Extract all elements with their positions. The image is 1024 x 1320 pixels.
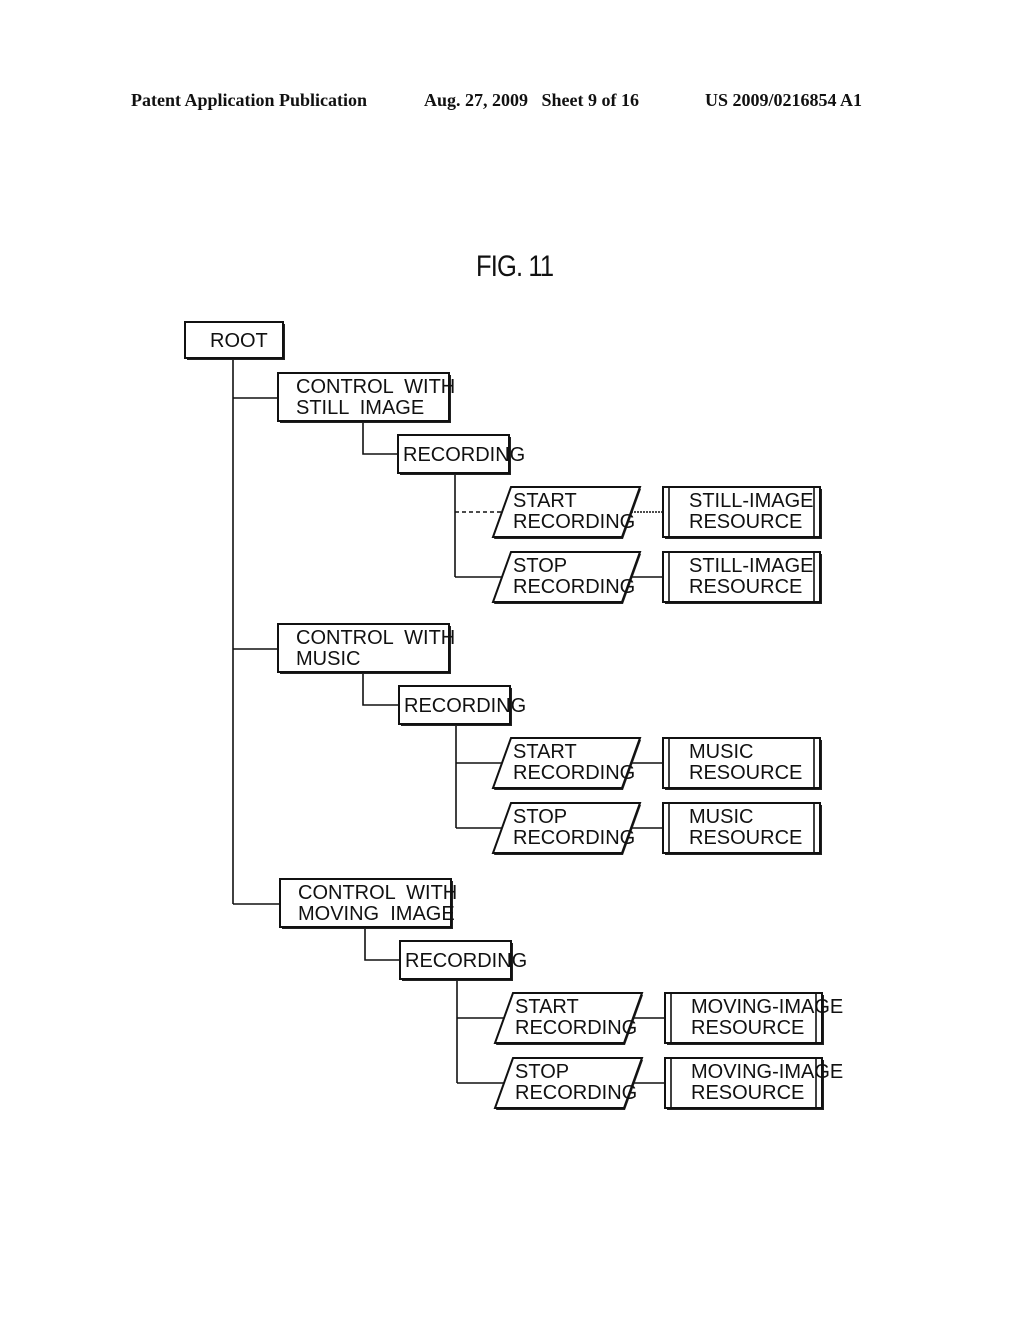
action-label: START xyxy=(515,996,579,1018)
root-label: ROOT xyxy=(210,330,268,352)
control-label: STILL IMAGE xyxy=(296,397,424,419)
recording-node: RECORDING xyxy=(397,434,525,475)
resource-label: RESOURCE xyxy=(691,1082,804,1104)
action-label: RECORDING xyxy=(513,511,635,533)
recording-node: RECORDING xyxy=(398,685,526,726)
resource-label: STILL-IMAGE xyxy=(689,490,813,512)
resource-label: MUSIC xyxy=(689,741,753,763)
action-label: STOP xyxy=(513,806,567,828)
action-label: RECORDING xyxy=(513,827,635,849)
resource-node: MUSICRESOURCE xyxy=(662,802,822,855)
resource-label: RESOURCE xyxy=(689,762,802,784)
action-label: RECORDING xyxy=(513,762,635,784)
resource-node: MOVING-IMAGERESOURCE xyxy=(664,1057,843,1110)
resource-label: MOVING-IMAGE xyxy=(691,1061,843,1083)
resource-node: MOVING-IMAGERESOURCE xyxy=(664,992,843,1045)
resource-label: MOVING-IMAGE xyxy=(691,996,843,1018)
control-label: CONTROL WITH xyxy=(296,376,455,398)
control-label: MUSIC xyxy=(296,648,360,670)
recording-connector xyxy=(362,672,399,706)
resource-node: MUSICRESOURCE xyxy=(662,737,822,790)
tree-diagram: ROOTCONTROL WITHSTILL IMAGERECORDINGSTAR… xyxy=(184,321,843,1110)
recording-label: RECORDING xyxy=(404,695,526,717)
action-label: START xyxy=(513,490,577,512)
recording-connector xyxy=(364,927,400,961)
action-label: RECORDING xyxy=(513,576,635,598)
stop-recording-node: STOPRECORDING xyxy=(491,802,642,855)
stop-recording-node: STOPRECORDING xyxy=(491,551,642,604)
recording-label: RECORDING xyxy=(403,444,525,466)
start-recording-node: STARTRECORDING xyxy=(493,992,644,1045)
resource-label: RESOURCE xyxy=(689,576,802,598)
resource-label: RESOURCE xyxy=(691,1017,804,1039)
stop-recording-node: STOPRECORDING xyxy=(493,1057,644,1110)
action-label: START xyxy=(513,741,577,763)
action-label: STOP xyxy=(513,555,567,577)
recording-node: RECORDING xyxy=(399,940,527,981)
control-node: CONTROL WITHMUSIC xyxy=(277,623,455,674)
resource-label: STILL-IMAGE xyxy=(689,555,813,577)
recording-label: RECORDING xyxy=(405,950,527,972)
control-label: MOVING IMAGE xyxy=(298,903,455,925)
control-node: CONTROL WITHMOVING IMAGE xyxy=(279,878,457,929)
action-label: RECORDING xyxy=(515,1017,637,1039)
control-node: CONTROL WITHSTILL IMAGE xyxy=(277,372,455,423)
control-label: CONTROL WITH xyxy=(298,882,457,904)
action-label: STOP xyxy=(515,1061,569,1083)
resource-label: MUSIC xyxy=(689,806,753,828)
start-recording-node: STARTRECORDING xyxy=(491,486,642,539)
resource-node: STILL-IMAGERESOURCE xyxy=(662,486,822,539)
action-label: RECORDING xyxy=(515,1082,637,1104)
start-recording-node: STARTRECORDING xyxy=(491,737,642,790)
diagram-nodes: ROOTCONTROL WITHSTILL IMAGERECORDINGSTAR… xyxy=(184,321,843,1110)
resource-node: STILL-IMAGERESOURCE xyxy=(662,551,822,604)
recording-connector xyxy=(362,421,398,455)
root-node: ROOT xyxy=(184,321,285,360)
control-label: CONTROL WITH xyxy=(296,627,455,649)
resource-label: RESOURCE xyxy=(689,827,802,849)
resource-label: RESOURCE xyxy=(689,511,802,533)
